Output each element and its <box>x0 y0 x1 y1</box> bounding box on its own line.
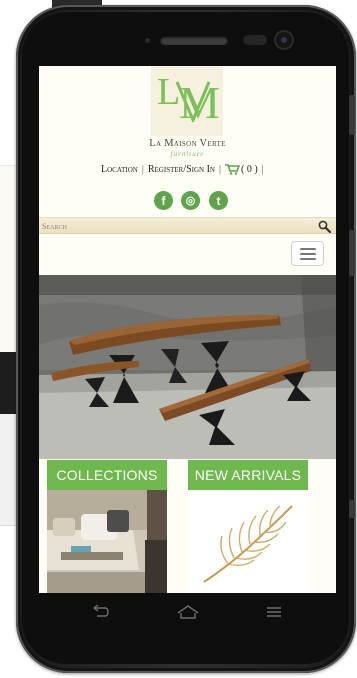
android-nav-bar <box>39 595 336 633</box>
brand-name: La Maison Verte <box>149 138 226 149</box>
volume-down-button <box>349 230 355 276</box>
search-bar <box>39 217 336 234</box>
site-logo[interactable]: L M <box>151 66 223 136</box>
new-arrivals-card[interactable]: NEW ARRIVALS <box>188 459 308 593</box>
back-icon[interactable] <box>91 604 111 620</box>
power-button <box>349 500 355 518</box>
volume-up-button <box>349 95 355 135</box>
new-arrivals-image <box>188 490 308 593</box>
top-links: Location | Register/Sign In | ( 0 ) | <box>101 162 268 176</box>
search-input[interactable] <box>42 219 312 233</box>
twitter-icon[interactable]: t <box>209 191 228 210</box>
link-separator: | <box>218 163 221 175</box>
cart-link[interactable]: ( 0 ) <box>225 164 258 175</box>
new-arrivals-button[interactable]: NEW ARRIVALS <box>188 460 308 490</box>
hamburger-menu-icon[interactable] <box>291 241 324 266</box>
hero-table-illustration <box>39 275 336 459</box>
logo-v-mark <box>175 81 211 122</box>
collections-image <box>47 490 167 593</box>
collections-button[interactable]: COLLECTIONS <box>47 460 167 490</box>
recent-apps-icon[interactable] <box>264 604 284 620</box>
home-icon[interactable] <box>176 604 200 620</box>
cart-count: ( 0 ) <box>241 163 258 175</box>
hero-image[interactable] <box>39 275 336 459</box>
phone-screen: L M La Maison Verte furniture Location |… <box>39 66 336 593</box>
facebook-icon[interactable]: f <box>154 191 173 210</box>
menu-bar <box>300 248 316 250</box>
menu-bar <box>300 253 316 255</box>
search-icon[interactable] <box>318 220 331 233</box>
register-signin-link[interactable]: Register/Sign In <box>148 164 215 175</box>
proximity-sensor <box>243 35 267 45</box>
location-link[interactable]: Location <box>101 164 138 175</box>
front-camera <box>276 32 292 48</box>
earpiece-speaker <box>160 36 228 45</box>
brand-tagline: furniture <box>170 150 205 158</box>
link-separator: | <box>141 163 144 175</box>
menu-bar <box>300 258 316 260</box>
collections-card[interactable]: COLLECTIONS <box>47 459 167 593</box>
link-separator: | <box>261 163 264 175</box>
instagram-icon[interactable]: ◎ <box>181 191 200 210</box>
cart-icon <box>225 163 240 175</box>
light-sensor <box>145 38 150 43</box>
